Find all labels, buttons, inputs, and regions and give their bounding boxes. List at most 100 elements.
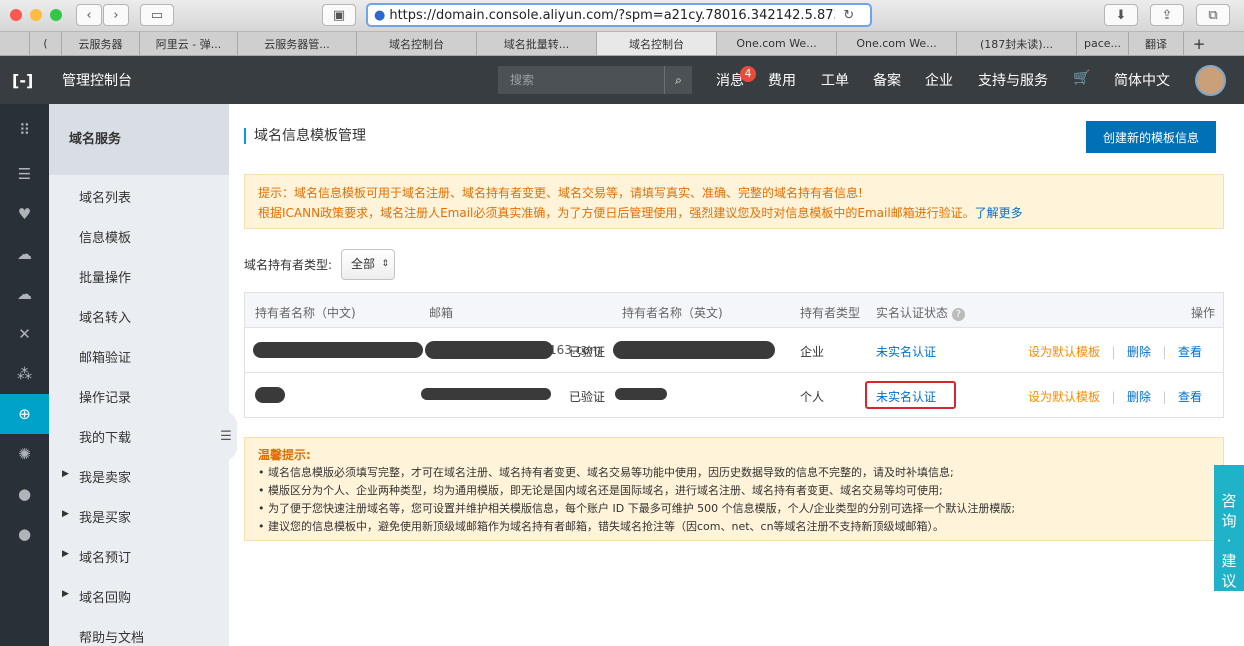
- subnav-item-downloads[interactable]: 我的下载: [79, 427, 131, 446]
- table-row: @163.com 已验证 企业 未实名认证 设为默认模板 | 删除 | 查看: [245, 328, 1223, 373]
- console-topnav: [-] 管理控制台 搜索 ⌕ 消息 4 费用 工单 备案 企业 支持与服务 🛒 …: [0, 56, 1244, 104]
- subnav-group-reserve[interactable]: 域名预订: [79, 547, 131, 566]
- template-table: 持有者名称（中文) 邮箱 持有者名称（英文) 持有者类型 实名认证状态 ? 操作…: [244, 292, 1224, 418]
- address-bar[interactable]: ● https://domain.console.aliyun.com/?spm…: [366, 3, 872, 27]
- tab-7[interactable]: One.com We...: [717, 32, 837, 55]
- col-realname-status: 实名认证状态 ?: [876, 304, 965, 321]
- close-window-button[interactable]: [10, 9, 22, 21]
- tab-11[interactable]: 翻译: [1129, 32, 1184, 55]
- server-icon[interactable]: ☰: [0, 154, 49, 194]
- tab-1[interactable]: 云服务器: [62, 32, 140, 55]
- search-button[interactable]: ⌕: [664, 66, 692, 94]
- view-link[interactable]: 查看: [1178, 390, 1202, 404]
- collapse-subnav-button[interactable]: ☰: [215, 412, 237, 460]
- back-button[interactable]: ‹: [76, 4, 102, 26]
- sidebar-toggle-button[interactable]: ▭: [140, 4, 174, 26]
- cluster-icon[interactable]: ⁂: [0, 354, 49, 394]
- help-icon[interactable]: ?: [951, 308, 965, 321]
- nav-enterprise[interactable]: 企业: [925, 70, 953, 90]
- row-email-status: 已验证: [569, 390, 606, 404]
- tab-10[interactable]: pace...: [1077, 32, 1129, 55]
- reload-icon[interactable]: ↻: [843, 8, 854, 23]
- notice-box: 提示：域名信息模板可用于域名注册、域名持有者变更、域名交易等，请填写真实、准确、…: [244, 174, 1224, 229]
- delete-link[interactable]: 删除: [1127, 390, 1151, 404]
- row-realname-status[interactable]: 未实名认证: [876, 388, 936, 405]
- subnav-item-transfer-in[interactable]: 域名转入: [79, 307, 131, 326]
- browser-tabbar: ( 云服务器 阿里云 - 弹... 云服务器管... 域名控制台 域名批量转..…: [0, 32, 1244, 56]
- tab-2[interactable]: 阿里云 - 弹...: [140, 32, 238, 55]
- tab-6-active[interactable]: 域名控制台: [597, 32, 717, 55]
- nav-support[interactable]: 支持与服务: [978, 70, 1048, 90]
- tab-5[interactable]: 域名批量转...: [477, 32, 597, 55]
- subnav-item-operation-log[interactable]: 操作记录: [79, 387, 131, 406]
- maximize-window-button[interactable]: [50, 9, 62, 21]
- subnav-item-templates[interactable]: 信息模板: [79, 227, 131, 246]
- view-link[interactable]: 查看: [1178, 345, 1202, 359]
- domain-globe-icon[interactable]: ⊕: [0, 394, 49, 434]
- subnav-item-batch[interactable]: 批量操作: [79, 267, 131, 286]
- caret-right-icon: ▶: [62, 589, 69, 599]
- owner-type-value: 全部: [351, 257, 376, 271]
- owner-type-label: 域名持有者类型:: [244, 258, 333, 272]
- subnav-help-docs[interactable]: 帮助与文档: [79, 627, 144, 646]
- divider: |: [1103, 345, 1124, 359]
- aliyun-logo-icon[interactable]: [-]: [12, 71, 33, 90]
- tab-9[interactable]: (187封未读)...: [957, 32, 1077, 55]
- collapse-icon: ☰: [220, 428, 232, 444]
- subnav-header: 域名服务: [49, 104, 229, 175]
- owner-type-select[interactable]: 全部 ⇕: [341, 249, 395, 280]
- tab-4[interactable]: 域名控制台: [357, 32, 477, 55]
- nav-filing[interactable]: 备案: [873, 70, 901, 90]
- set-default-link[interactable]: 设为默认模板: [1028, 390, 1100, 404]
- tabs-overview-button[interactable]: ⧉: [1196, 4, 1230, 26]
- cart-icon[interactable]: 🛒: [1073, 70, 1090, 86]
- create-template-button[interactable]: 创建新的模板信息: [1086, 121, 1216, 153]
- tips-box: 温馨提示: • 域名信息模版必须填写完整，才可在域名注册、域名持有者变更、域名交…: [244, 437, 1224, 541]
- tab-8[interactable]: One.com We...: [837, 32, 957, 55]
- sidebar-icon: ▭: [150, 7, 164, 23]
- security-icon[interactable]: ♥: [0, 194, 49, 234]
- subnav-group-buyback[interactable]: 域名回购: [79, 587, 131, 606]
- forward-button[interactable]: ›: [103, 4, 129, 26]
- feedback-float-button[interactable]: 咨 询 · 建 议: [1214, 465, 1244, 591]
- redacted-owner-en: [615, 388, 667, 400]
- chevron-left-icon: ‹: [86, 7, 92, 23]
- share-button[interactable]: ⇪: [1150, 4, 1184, 26]
- network-icon[interactable]: ✕: [0, 314, 49, 354]
- download-button[interactable]: ⬇: [1104, 4, 1138, 26]
- nav-language[interactable]: 简体中文: [1114, 70, 1170, 90]
- grid-icon[interactable]: ⠿: [0, 110, 49, 150]
- subnav-item-email-verify[interactable]: 邮箱验证: [79, 347, 131, 366]
- learn-more-link[interactable]: 了解更多: [975, 206, 1023, 220]
- set-default-link[interactable]: 设为默认模板: [1028, 345, 1100, 359]
- divider: |: [1103, 390, 1124, 404]
- tab-pinned[interactable]: [0, 32, 30, 55]
- messages-count-badge: 4: [740, 66, 756, 82]
- circle-icon-2[interactable]: ●: [0, 514, 49, 554]
- caret-right-icon: ▶: [62, 549, 69, 559]
- feedback-char: 议: [1221, 572, 1237, 590]
- tab-3[interactable]: 云服务器管...: [238, 32, 357, 55]
- delete-link[interactable]: 删除: [1127, 345, 1151, 359]
- new-tab-button[interactable]: +: [1184, 32, 1214, 55]
- row-email-status: 已验证: [569, 345, 606, 359]
- subnav-item-domain-list[interactable]: 域名列表: [79, 187, 131, 206]
- cdn-icon[interactable]: ✺: [0, 434, 49, 474]
- nav-fees[interactable]: 费用: [768, 70, 796, 90]
- cloud-upload-icon[interactable]: ☁: [0, 274, 49, 314]
- cloud-icon[interactable]: ☁: [0, 234, 49, 274]
- console-title[interactable]: 管理控制台: [62, 70, 132, 90]
- circle-icon-1[interactable]: ●: [0, 474, 49, 514]
- subnav-group-seller[interactable]: 我是卖家: [79, 467, 131, 486]
- nav-tickets[interactable]: 工单: [821, 70, 849, 90]
- subnav-group-buyer[interactable]: 我是买家: [79, 507, 131, 526]
- search-input[interactable]: 搜索: [498, 66, 692, 94]
- reader-button[interactable]: ▣: [322, 4, 356, 26]
- row-actions: 设为默认模板 | 删除 | 查看: [1028, 343, 1202, 360]
- col-owner-type: 持有者类型: [800, 306, 861, 320]
- url-text: https://domain.console.aliyun.com/?spm=a…: [389, 7, 836, 23]
- tab-0[interactable]: (: [30, 32, 62, 55]
- avatar[interactable]: [1195, 65, 1226, 96]
- minimize-window-button[interactable]: [30, 9, 42, 21]
- row-realname-status[interactable]: 未实名认证: [876, 343, 936, 360]
